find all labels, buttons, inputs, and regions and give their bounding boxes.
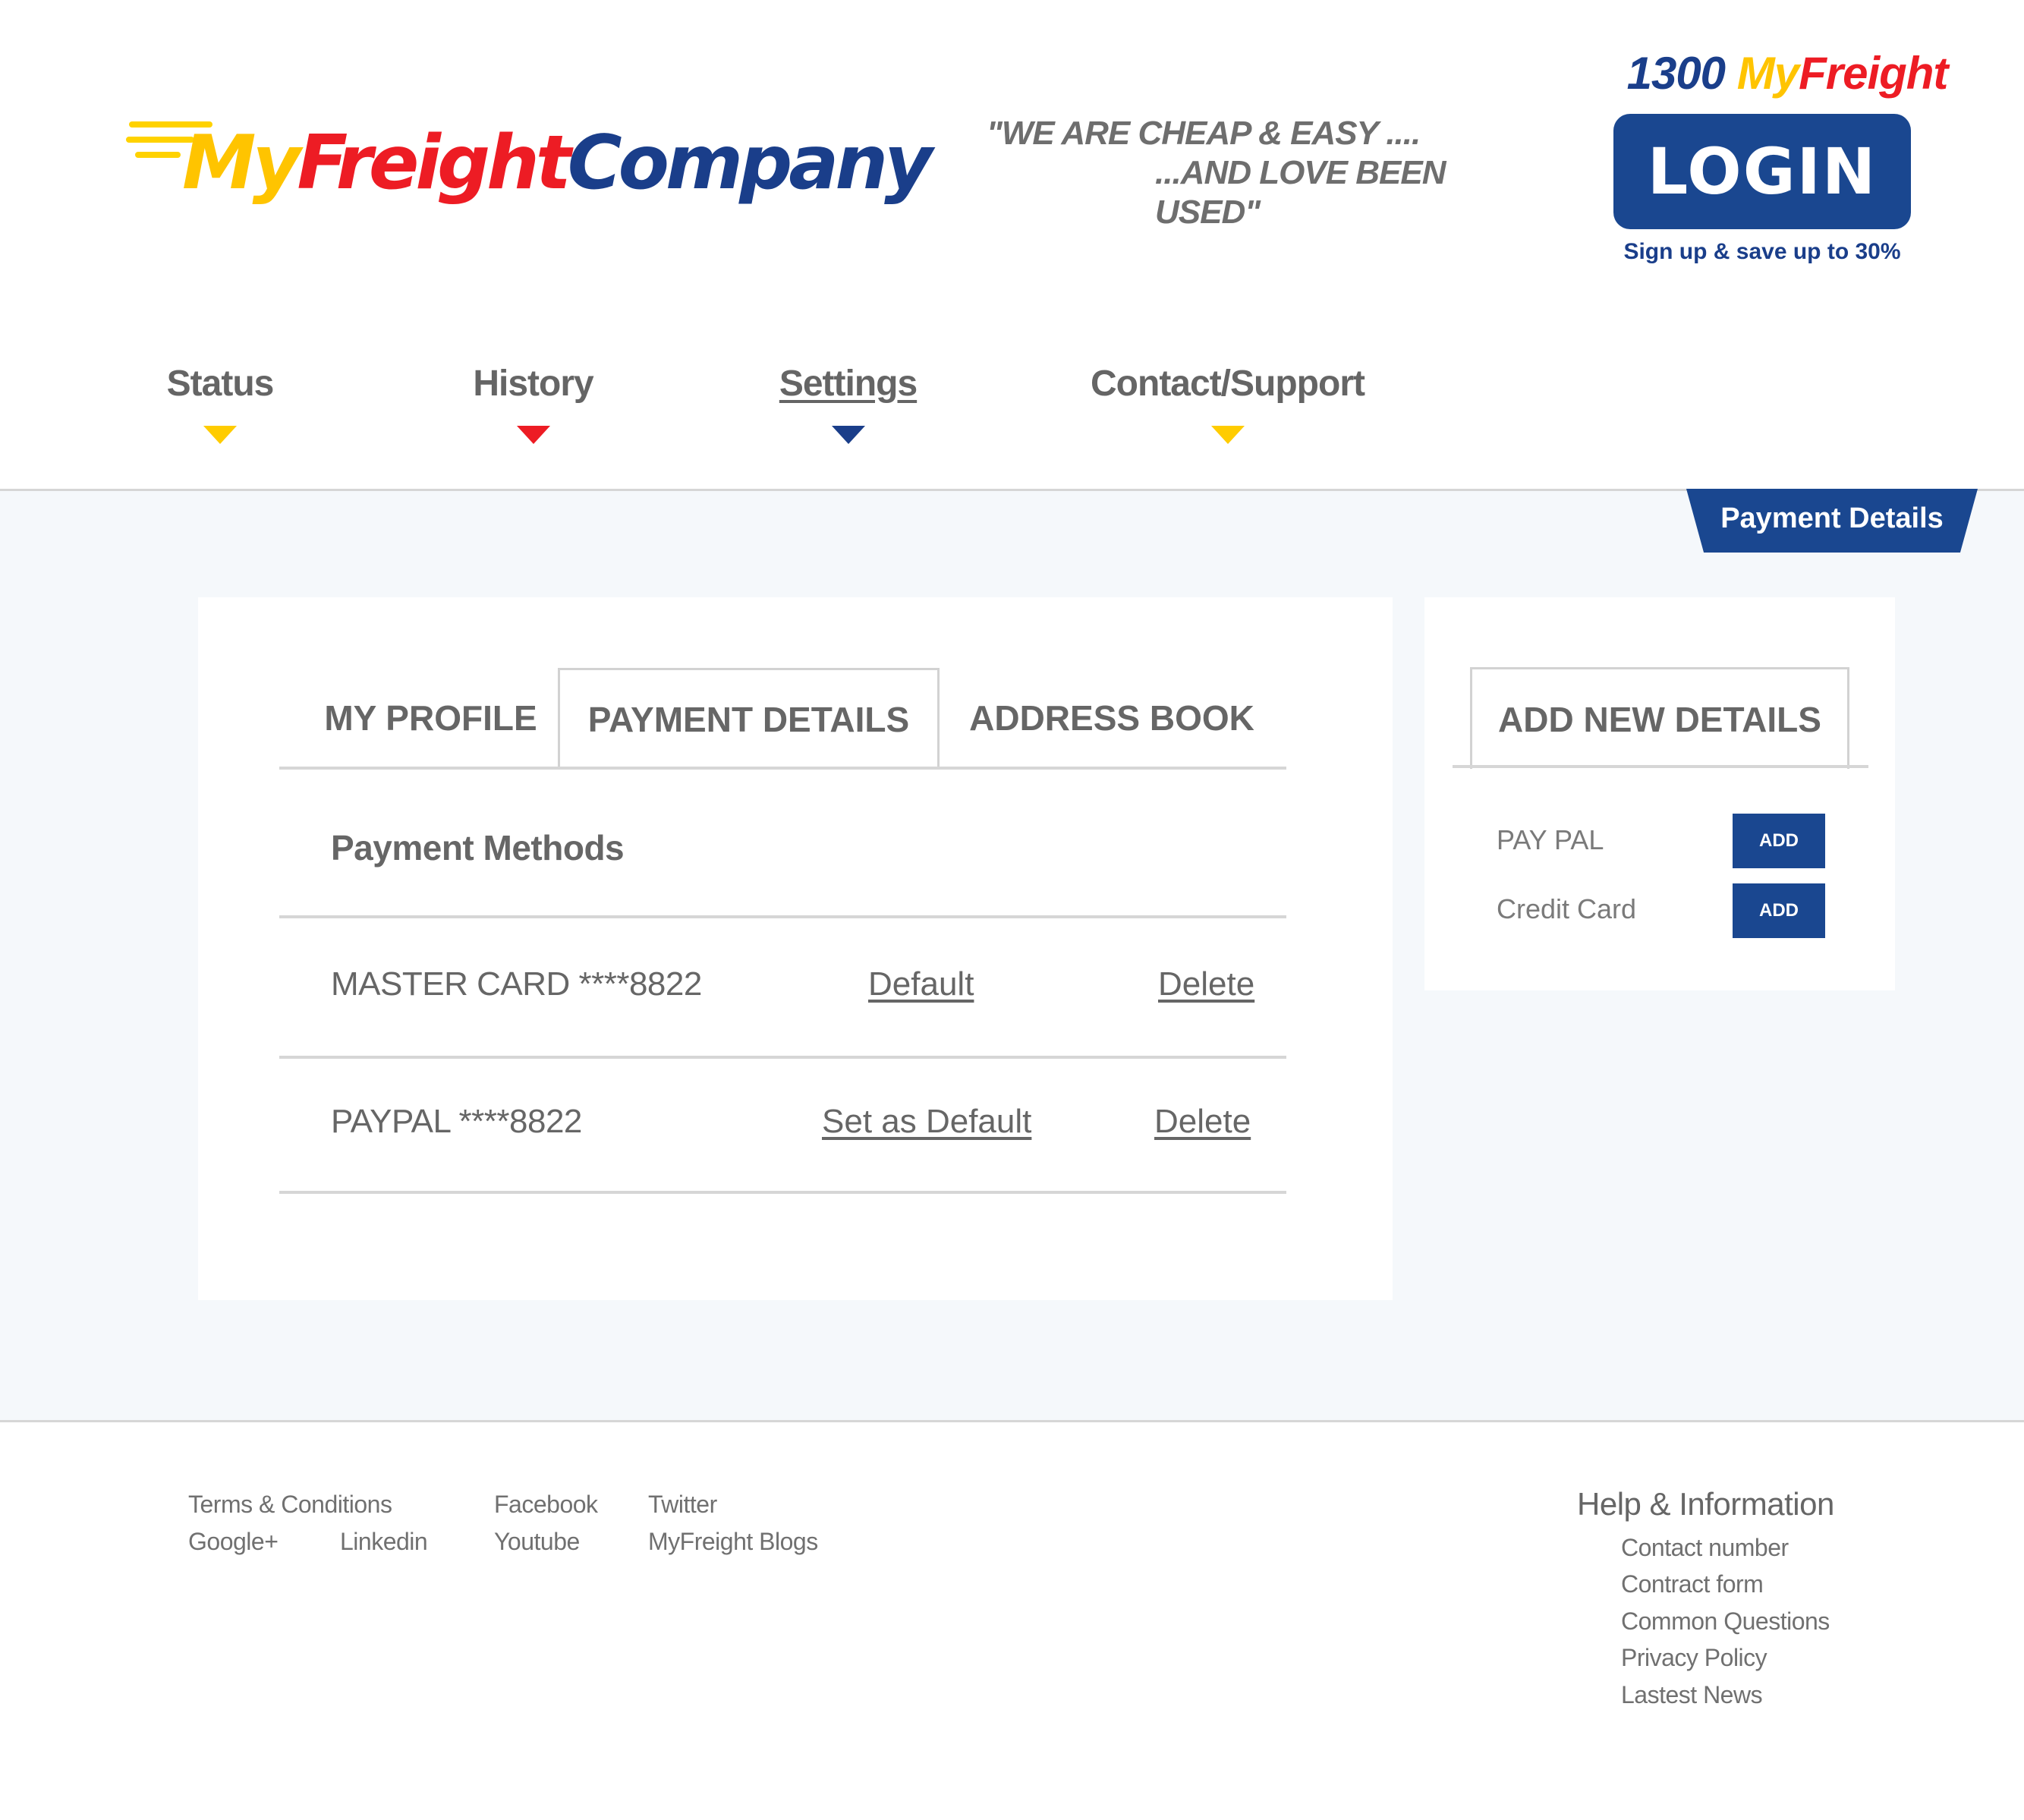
logo-company: Company: [567, 120, 933, 206]
add-new-details-tab[interactable]: ADD NEW DETAILS: [1470, 667, 1849, 769]
phone-number[interactable]: 1300 MyFreight: [1563, 47, 2011, 99]
row-divider: [279, 1191, 1286, 1194]
logo-speed-line: [135, 152, 181, 158]
nav-label: History: [473, 364, 593, 404]
signup-link[interactable]: Sign up & save up to 30%: [1594, 239, 1931, 265]
tagline-line-2: ...AND LOVE BEEN USED": [1155, 154, 1446, 231]
add-paypal-button[interactable]: ADD: [1733, 814, 1825, 868]
nav-arrow-icon: [831, 426, 865, 444]
nav-label: Status: [166, 364, 275, 404]
logo-freight: Freight: [297, 120, 571, 206]
logo-my: My: [182, 120, 301, 206]
help-link-privacy-policy[interactable]: Privacy Policy: [1621, 1644, 1767, 1672]
add-credit-card-button[interactable]: ADD: [1733, 883, 1825, 938]
delete-link[interactable]: Delete: [1154, 1103, 1251, 1141]
nav-label: Settings: [779, 364, 918, 404]
tab-payment-details[interactable]: PAYMENT DETAILS: [558, 668, 940, 768]
nav-arrow-icon: [203, 426, 237, 444]
help-link-contact-number[interactable]: Contact number: [1621, 1534, 1789, 1562]
tagline: "WE ARE CHEAP & EASY .... ...AND LOVE BE…: [987, 114, 1533, 232]
help-link-common-questions[interactable]: Common Questions: [1621, 1607, 1830, 1636]
nav-arrow-icon: [1210, 426, 1245, 444]
nav-item-history[interactable]: History: [463, 363, 603, 444]
nav-arrow-icon: [516, 426, 550, 444]
nav-item-settings[interactable]: Settings: [774, 363, 922, 444]
footer-link-blogs[interactable]: MyFreight Blogs: [648, 1528, 818, 1556]
phone-digits: 1300: [1626, 48, 1726, 99]
help-information-title: Help & Information: [1577, 1486, 1834, 1522]
delete-link[interactable]: Delete: [1158, 965, 1254, 1003]
payment-method-name: PAYPAL ****8822: [331, 1103, 582, 1140]
help-link-latest-news[interactable]: Lastest News: [1621, 1681, 1763, 1709]
logo-wordmark: MyFreightCompany: [182, 114, 933, 213]
set-default-link[interactable]: Set as Default: [822, 1103, 1031, 1141]
phone-freight: Freight: [1799, 48, 1948, 99]
side-divider: [1453, 765, 1868, 768]
footer-link-twitter[interactable]: Twitter: [648, 1491, 717, 1519]
payment-methods-title: Payment Methods: [331, 828, 625, 867]
company-logo[interactable]: MyFreightCompany: [126, 114, 933, 213]
nav-item-contact-support[interactable]: Contact/Support: [1078, 363, 1377, 444]
login-button[interactable]: LOGIN: [1613, 114, 1911, 229]
row-divider: [279, 915, 1286, 918]
default-link[interactable]: Default: [868, 965, 974, 1003]
footer-link-facebook[interactable]: Facebook: [494, 1491, 598, 1519]
tab-address-book[interactable]: ADDRESS BOOK: [949, 668, 1275, 768]
payment-method-name: MASTER CARD ****8822: [331, 965, 702, 1003]
paypal-option-label: PAY PAL: [1497, 824, 1604, 855]
footer-link-linkedin[interactable]: Linkedin: [340, 1528, 428, 1556]
footer-link-google[interactable]: Google+: [188, 1528, 279, 1556]
row-divider: [279, 1056, 1286, 1059]
tagline-line-1: "WE ARE CHEAP & EASY ....: [987, 115, 1421, 152]
footer-link-youtube[interactable]: Youtube: [494, 1528, 580, 1556]
help-link-contract-form[interactable]: Contract form: [1621, 1570, 1764, 1598]
phone-my: My: [1736, 48, 1799, 99]
nav-item-status[interactable]: Status: [159, 363, 281, 444]
page-breadcrumb: Payment Details: [1686, 489, 1978, 553]
footer-link-terms[interactable]: Terms & Conditions: [188, 1491, 392, 1519]
credit-card-option-label: Credit Card: [1497, 893, 1637, 924]
nav-label: Contact/Support: [1091, 364, 1365, 404]
tab-my-profile[interactable]: MY PROFILE: [319, 668, 543, 768]
tabs-divider: [279, 767, 1286, 770]
